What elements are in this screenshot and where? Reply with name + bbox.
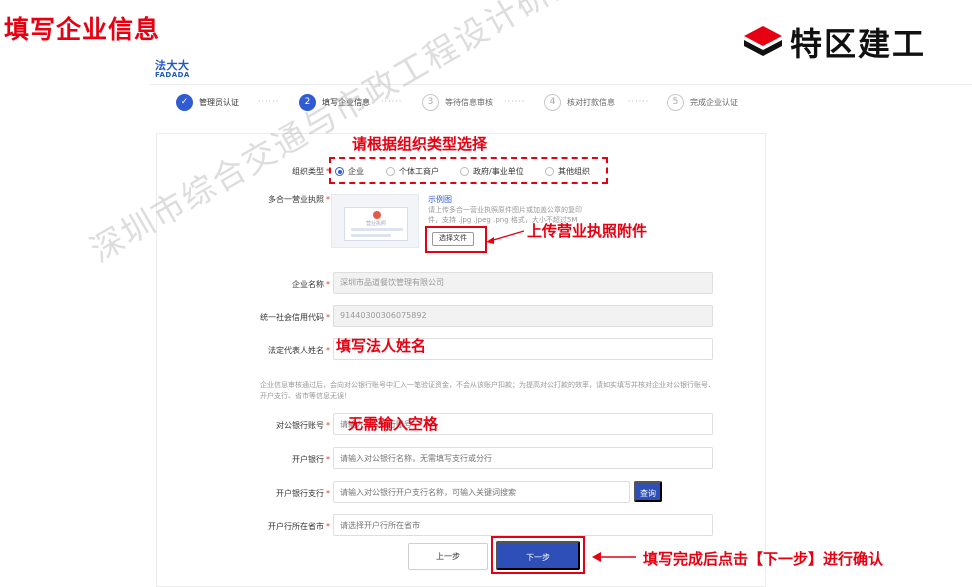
step-label: 核对打款信息 (567, 97, 615, 107)
radio-enterprise[interactable]: 企业 (335, 166, 364, 177)
org-type-label: 组织类型 * (292, 167, 330, 176)
prev-button[interactable]: 上一步 (408, 543, 488, 570)
arrow-icon (592, 552, 636, 562)
license-sample-image: 营业执照 (331, 194, 419, 248)
bank-branch-label: 开户银行支行 * (276, 489, 330, 498)
step-number: 4 (544, 93, 561, 111)
query-button[interactable]: 查询 (634, 481, 662, 502)
page-title: 填写企业信息 (4, 15, 161, 44)
company-name-label: 企业名称 * (292, 280, 330, 289)
header-divider (150, 84, 972, 85)
step-separator: ······ (628, 97, 650, 106)
choose-file-button[interactable]: 选择文件 (432, 232, 474, 246)
annotation-next: 填写完成后点击【下一步】进行确认 (643, 550, 884, 568)
step-separator: ······ (504, 97, 526, 106)
step-verify-payment: 4 核对打款信息 (544, 92, 615, 112)
step-separator: ······ (381, 97, 403, 106)
credit-code-field: 91440300306075892 (333, 305, 713, 327)
step-fill-info: 2 填写企业信息 (299, 92, 370, 112)
annotation-upload: 上传营业执照附件 (527, 222, 648, 240)
license-label: 多合一营业执照 * (268, 195, 330, 204)
license-card-icon: 营业执照 (344, 207, 408, 241)
step-number: 2 (299, 93, 316, 111)
fadada-logo-en: FADADA (155, 71, 190, 79)
bank-province-select[interactable] (333, 514, 713, 536)
bank-name-input[interactable] (333, 447, 713, 469)
progress-steps: ✓ 管理员认证 ······ 2 填写企业信息 ······ 3 等待信息审核 … (176, 92, 756, 112)
bank-name-label: 开户银行 * (292, 455, 330, 464)
legal-rep-label: 法定代表人姓名 * (268, 346, 330, 355)
step-admin-auth: ✓ 管理员认证 (176, 92, 239, 112)
step-label: 完成企业认证 (690, 97, 738, 107)
radio-individual-business[interactable]: 个体工商户 (386, 166, 439, 177)
company-name-field: 深圳市品道餐饮管理有限公司 (333, 272, 713, 294)
radio-government[interactable]: 政府/事业单位 (460, 166, 524, 177)
radio-other-org[interactable]: 其他组织 (545, 166, 590, 177)
arrow-icon (486, 230, 525, 244)
bank-notice: 企业信息审核通过后，会向对公银行账号中汇入一笔验证资金，不会从该账户扣款；为提高… (260, 381, 715, 400)
step-number: 3 (422, 93, 439, 111)
credit-code-label: 统一社会信用代码 * (260, 313, 330, 322)
bank-province-label: 开户行所在省市 * (268, 522, 330, 531)
step-label: 等待信息审核 (445, 97, 493, 107)
step-separator: ······ (258, 97, 280, 106)
next-button[interactable]: 下一步 (496, 541, 580, 570)
step-label: 管理员认证 (199, 97, 239, 107)
fadada-logo: 法大大 FADADA (155, 60, 190, 79)
bank-branch-input[interactable] (333, 481, 630, 503)
sample-image-link[interactable]: 示例图 (428, 194, 452, 205)
step-await-review: 3 等待信息审核 (422, 92, 493, 112)
annotation-legal-name: 填写法人姓名 (336, 337, 427, 355)
check-icon: ✓ (176, 93, 193, 111)
brand-logo-icon (744, 26, 782, 56)
bank-account-label: 对公银行账号 * (276, 421, 330, 430)
seal-icon (373, 211, 381, 219)
radio-icon[interactable] (460, 167, 469, 176)
step-number: 5 (667, 93, 684, 111)
radio-icon[interactable] (545, 167, 554, 176)
brand: 特区建工 (742, 20, 926, 64)
step-label: 填写企业信息 (322, 97, 370, 107)
radio-icon[interactable] (386, 167, 395, 176)
fadada-logo-cn: 法大大 (155, 59, 190, 72)
annotation-org-type: 请根据组织类型选择 (352, 135, 488, 153)
step-complete: 5 完成企业认证 (667, 92, 738, 112)
radio-checked-icon[interactable] (335, 167, 344, 176)
brand-name: 特区建工 (790, 25, 927, 63)
annotation-no-space: 无需输入空格 (348, 415, 439, 433)
